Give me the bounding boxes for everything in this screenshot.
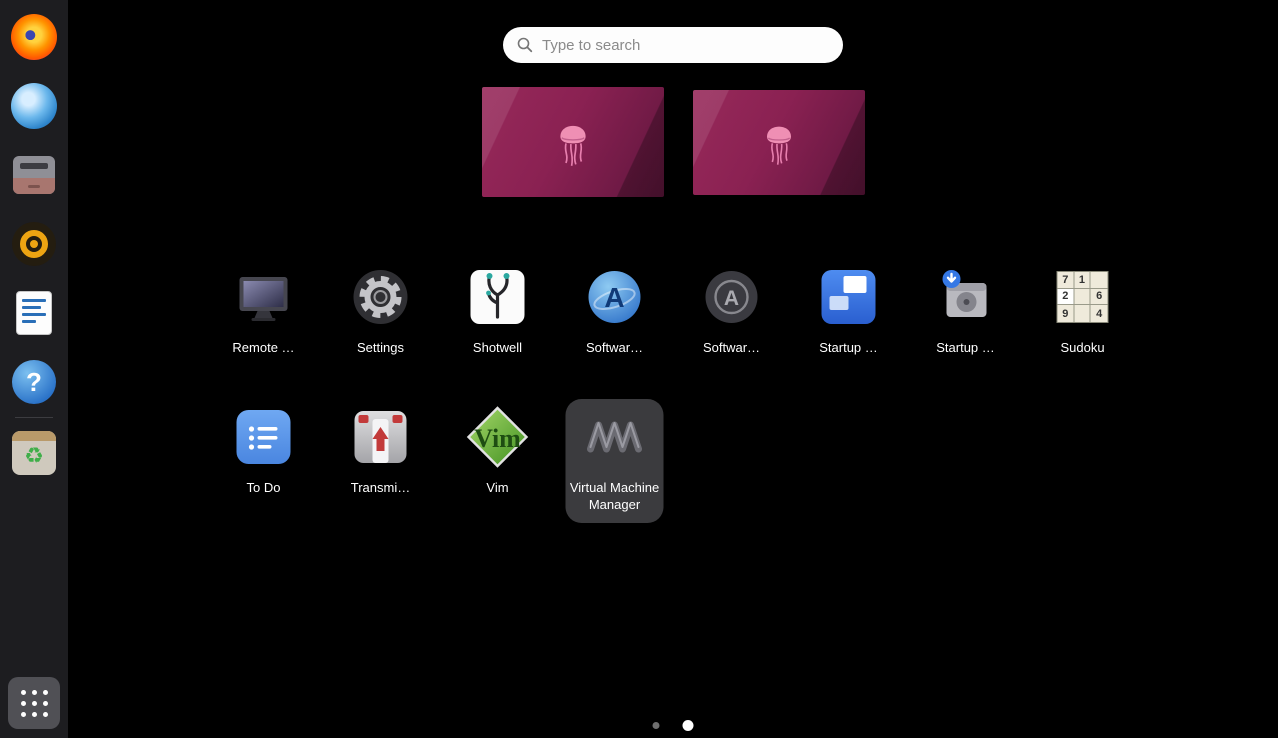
dock-separator [15, 417, 53, 418]
dock-item-package-installer[interactable]: ♻ [10, 429, 58, 477]
package-installer-icon: ♻ [12, 431, 56, 475]
app-label: Settings [357, 339, 404, 356]
dock-item-libreoffice-writer[interactable] [10, 289, 58, 337]
app-label: To Do [247, 479, 281, 496]
app-sudoku[interactable]: 71 26 94 Sudoku [1034, 259, 1132, 366]
recycle-glyph: ♻ [24, 445, 44, 467]
dock-item-help[interactable]: ? [10, 358, 58, 406]
help-icon: ? [12, 360, 56, 404]
app-transmission[interactable]: Transmi… [332, 399, 430, 523]
page-dot-1[interactable] [653, 722, 660, 729]
thunderbird-icon [11, 83, 57, 129]
workspace-thumbnails [68, 87, 1278, 197]
software-dark-icon: A [700, 265, 764, 329]
app-label: Sudoku [1060, 339, 1104, 356]
app-label: Shotwell [473, 339, 522, 356]
libreoffice-writer-icon [16, 291, 52, 335]
app-label: Softwar… [586, 339, 643, 356]
show-applications-icon [21, 690, 48, 717]
app-label: Startup … [936, 339, 995, 356]
activities-overview: Remote … Settings [68, 0, 1278, 738]
dock-item-rhythmbox[interactable] [10, 220, 58, 268]
svg-text:A: A [604, 282, 624, 313]
app-software-2[interactable]: A Softwar… [683, 259, 781, 366]
transmission-icon [349, 405, 413, 469]
settings-gear-icon [349, 265, 413, 329]
software-blue-icon: A [583, 265, 647, 329]
app-vim[interactable]: Vim Vim [449, 399, 547, 523]
app-grid-pager [653, 720, 694, 731]
app-label: Virtual Machine Manager [569, 479, 661, 513]
dock-item-firefox[interactable] [10, 13, 58, 61]
show-applications-button[interactable] [8, 677, 60, 729]
workspace-thumbnail-2[interactable] [693, 90, 865, 195]
app-startup-disk-creator[interactable]: Startup … [917, 259, 1015, 366]
app-label: Startup … [819, 339, 878, 356]
dock-item-files[interactable] [10, 151, 58, 199]
todo-icon [232, 405, 296, 469]
dock: ? ♻ [0, 0, 68, 738]
svg-text:Vim: Vim [474, 424, 521, 453]
search-input[interactable] [542, 37, 829, 54]
jellyfish-wallpaper-icon [759, 113, 799, 171]
page-dot-2[interactable] [683, 720, 694, 731]
search-bar[interactable] [503, 27, 843, 63]
app-remote-desktop[interactable]: Remote … [215, 259, 313, 366]
app-label: Vim [486, 479, 508, 496]
firefox-icon [11, 14, 57, 60]
app-settings[interactable]: Settings [332, 259, 430, 366]
vim-icon: Vim [466, 405, 530, 469]
app-grid-row-2: To Do [215, 399, 1132, 523]
app-label: Remote … [232, 339, 294, 356]
app-shotwell[interactable]: Shotwell [449, 259, 547, 366]
dock-item-thunderbird[interactable] [10, 82, 58, 130]
files-icon [13, 156, 55, 194]
app-grid: Remote … Settings [215, 259, 1132, 523]
sudoku-icon: 71 26 94 [1051, 265, 1115, 329]
rhythmbox-icon [12, 222, 56, 266]
workspace-thumbnail-1[interactable] [482, 87, 664, 197]
app-todo[interactable]: To Do [215, 399, 313, 523]
app-software-1[interactable]: A Softwar… [566, 259, 664, 366]
remote-desktop-icon [232, 265, 296, 329]
search-icon [517, 37, 533, 53]
question-mark-glyph: ? [26, 367, 42, 398]
app-label: Transmi… [351, 479, 410, 496]
svg-text:A: A [724, 287, 739, 310]
app-grid-row-1: Remote … Settings [215, 259, 1132, 366]
jellyfish-wallpaper-icon [552, 111, 594, 173]
app-virtual-machine-manager[interactable]: Virtual Machine Manager [566, 399, 664, 523]
startup-window-icon [817, 265, 881, 329]
app-label: Softwar… [703, 339, 760, 356]
shotwell-icon [466, 265, 530, 329]
startup-disk-creator-icon [934, 265, 998, 329]
virtual-machine-manager-icon [583, 405, 647, 469]
app-startup-applications[interactable]: Startup … [800, 259, 898, 366]
